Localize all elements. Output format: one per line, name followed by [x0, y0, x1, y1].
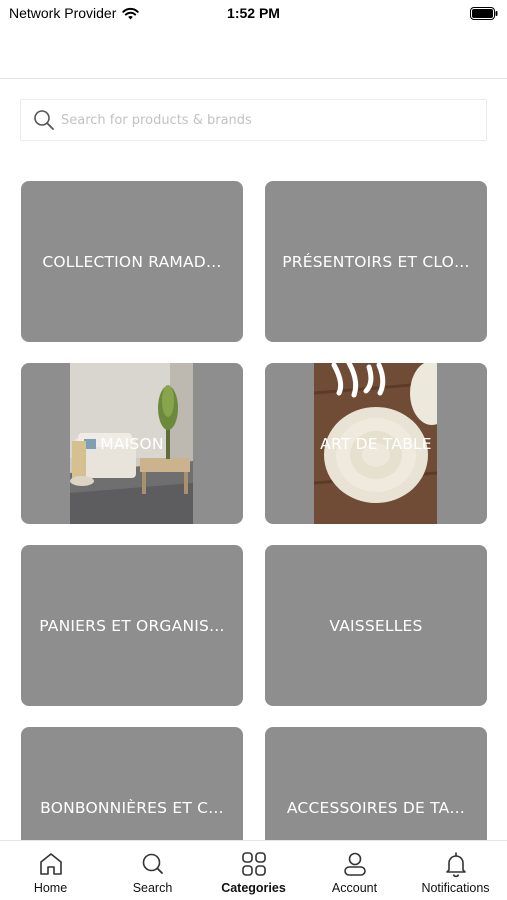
- tab-notifications[interactable]: Notifications: [405, 841, 506, 900]
- category-label: VAISSELLES: [329, 616, 423, 635]
- status-time: 1:52 PM: [227, 5, 280, 21]
- category-tile-collection-ramadan[interactable]: COLLECTION RAMAD…: [21, 181, 243, 342]
- category-grid: COLLECTION RAMAD… PRÉSENTOIRS ET CLO… MA…: [21, 181, 487, 840]
- category-label: MAISON: [100, 434, 164, 453]
- category-label: COLLECTION RAMAD…: [42, 252, 222, 271]
- battery-icon: [470, 7, 498, 20]
- bell-icon: [445, 852, 466, 878]
- tab-label: Search: [132, 881, 173, 895]
- tab-label: Notifications: [421, 881, 490, 895]
- tab-label: Account: [331, 881, 378, 895]
- tab-bar: Home Search Categories Account Notificat…: [0, 840, 507, 900]
- search-bar[interactable]: [20, 99, 487, 141]
- category-label: PRÉSENTOIRS ET CLO…: [282, 252, 470, 271]
- category-label: ART DE TABLE: [320, 434, 432, 453]
- tab-categories[interactable]: Categories: [203, 841, 304, 900]
- category-tile-maison[interactable]: MAISON: [21, 363, 243, 524]
- category-label: BONBONNIÈRES ET C…: [40, 798, 224, 817]
- grid-icon: [241, 852, 266, 876]
- home-icon: [39, 853, 62, 875]
- tab-label: Categories: [221, 881, 286, 895]
- category-tile-paniers[interactable]: PANIERS ET ORGANIS…: [21, 545, 243, 706]
- tab-search[interactable]: Search: [102, 841, 203, 900]
- user-icon: [343, 852, 366, 876]
- search-icon: [34, 110, 54, 130]
- status-bar: Network Provider 1:52 PM: [0, 0, 507, 30]
- category-tile-accessoires[interactable]: ACCESSOIRES DE TA…: [265, 727, 487, 840]
- tab-label: Home: [33, 881, 68, 895]
- category-tile-art-de-table[interactable]: ART DE TABLE: [265, 363, 487, 524]
- category-tile-bonbonnieres[interactable]: BONBONNIÈRES ET C…: [21, 727, 243, 840]
- tab-account[interactable]: Account: [304, 841, 405, 900]
- category-label: ACCESSOIRES DE TA…: [286, 798, 466, 817]
- search-input[interactable]: [61, 112, 441, 128]
- search-icon: [142, 853, 163, 874]
- header-divider: [0, 78, 507, 79]
- category-tile-vaisselles[interactable]: VAISSELLES: [265, 545, 487, 706]
- category-label: PANIERS ET ORGANIS…: [39, 616, 225, 635]
- category-tile-presentoirs[interactable]: PRÉSENTOIRS ET CLO…: [265, 181, 487, 342]
- tab-home[interactable]: Home: [0, 841, 101, 900]
